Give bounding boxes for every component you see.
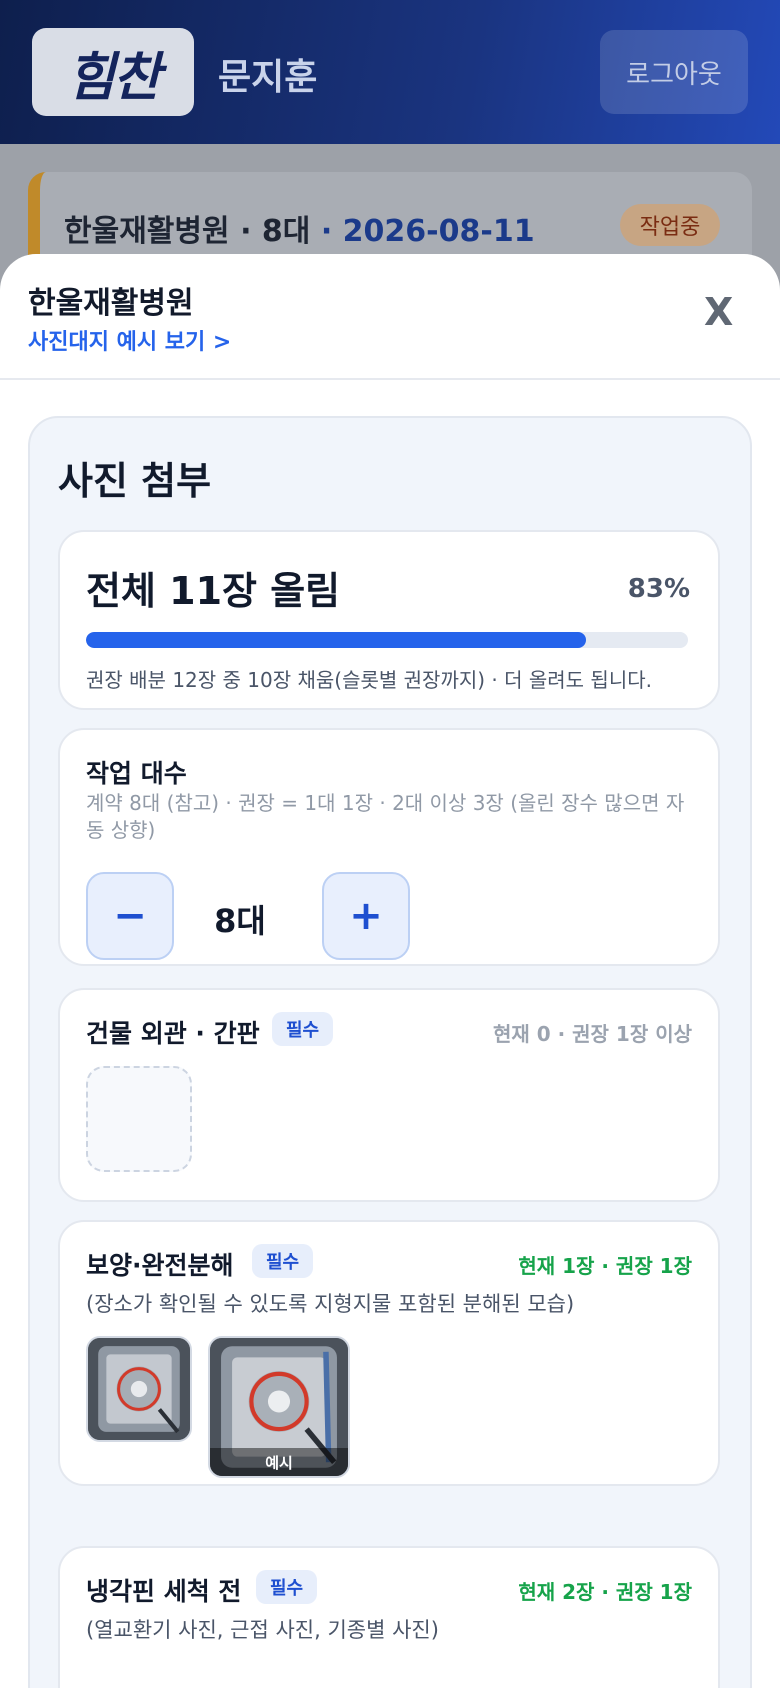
sheet-header: 한울재활병원 사진대지 예시 보기 > X — [0, 254, 780, 380]
ac-unit-photo — [88, 1338, 190, 1440]
work-units-card: 작업 대수 계약 8대 (참고) · 권장 = 1대 1장 · 2대 이상 3장… — [58, 728, 720, 966]
progress-title: 전체 11장 올림 — [86, 569, 341, 613]
example-thumbnail[interactable]: 예시 — [208, 1336, 350, 1478]
user-name: 문지훈 — [218, 57, 318, 98]
required-badge: 필수 — [272, 1012, 334, 1046]
add-photo-slot[interactable] — [86, 1066, 192, 1172]
example-link[interactable]: 사진대지 예시 보기 > — [28, 324, 231, 356]
slot-title: 건물 외관 · 간판 — [86, 1019, 260, 1048]
units-description: 계약 8대 (참고) · 권장 = 1대 1장 · 2대 이상 3장 (올린 장… — [86, 791, 685, 842]
required-badge: 필수 — [256, 1570, 318, 1604]
slot-card-fin-before: 냉각핀 세척 전 필수 현재 2장 · 권장 1장 (열교환기 사진, 근접 사… — [58, 1546, 720, 1688]
slot-count: 현재 1장 · 권장 1장 — [518, 1254, 692, 1278]
slot-description: (장소가 확인될 수 있도록 지형지물 포함된 분해된 모습) — [86, 1292, 575, 1316]
slot-title: 냉각핀 세척 전 — [86, 1577, 242, 1606]
photo-thumbnail[interactable] — [86, 1336, 192, 1442]
slot-card-disassembly: 보양·완전분해 필수 현재 1장 · 권장 1장 (장소가 확인될 수 있도록 … — [58, 1220, 720, 1486]
slot-count: 현재 2장 · 권장 1장 — [518, 1580, 692, 1604]
logo-text: 힘찬 — [67, 46, 161, 108]
progress-note: 권장 배분 12장 중 10장 채움(슬롯별 권장까지) · 더 올려도 됩니다… — [86, 668, 652, 692]
job-summary: 한울재활병원 · 8대 · 2026-08-11 — [64, 206, 535, 250]
units-value: 8대 — [214, 902, 266, 940]
sheet-title: 한울재활병원 — [28, 286, 194, 321]
required-badge: 필수 — [252, 1244, 314, 1278]
photo-sheet: 한울재활병원 사진대지 예시 보기 > X 사진 첨부 전체 11장 올림 83… — [0, 254, 780, 1688]
panel-title: 사진 첨부 — [58, 459, 212, 503]
logout-button[interactable]: 로그아웃 — [600, 30, 748, 114]
progress-bar — [86, 632, 688, 648]
job-date: · 2026-08-11 — [320, 214, 535, 249]
app-header: 힘찬 문지훈 로그아웃 — [0, 0, 780, 144]
job-units: · 8대 — [240, 214, 311, 249]
increment-button[interactable]: + — [322, 872, 410, 960]
units-title: 작업 대수 — [86, 759, 187, 788]
slot-title: 보양·완전분해 — [86, 1251, 234, 1280]
upload-progress-card: 전체 11장 올림 83% 권장 배분 12장 중 10장 채움(슬롯별 권장까… — [58, 530, 720, 710]
app-logo: 힘찬 — [32, 28, 194, 116]
example-label: 예시 — [210, 1448, 348, 1476]
sheet-body[interactable]: 사진 첨부 전체 11장 올림 83% 권장 배분 12장 중 10장 채움(슬… — [0, 380, 780, 1688]
slot-description: (열교환기 사진, 근접 사진, 기종별 사진) — [86, 1618, 439, 1642]
decrement-button[interactable]: − — [86, 872, 174, 960]
progress-percent: 83% — [627, 574, 690, 604]
close-button[interactable]: X — [704, 290, 733, 334]
slot-count: 현재 0 · 권장 1장 이상 — [492, 1022, 692, 1046]
progress-fill — [86, 632, 586, 648]
job-hospital: 한울재활병원 — [64, 214, 230, 249]
slot-card-exterior: 건물 외관 · 간판 필수 현재 0 · 권장 1장 이상 — [58, 988, 720, 1202]
photo-attach-panel: 사진 첨부 전체 11장 올림 83% 권장 배분 12장 중 10장 채움(슬… — [28, 416, 752, 1688]
job-status-badge: 작업중 — [620, 204, 720, 246]
